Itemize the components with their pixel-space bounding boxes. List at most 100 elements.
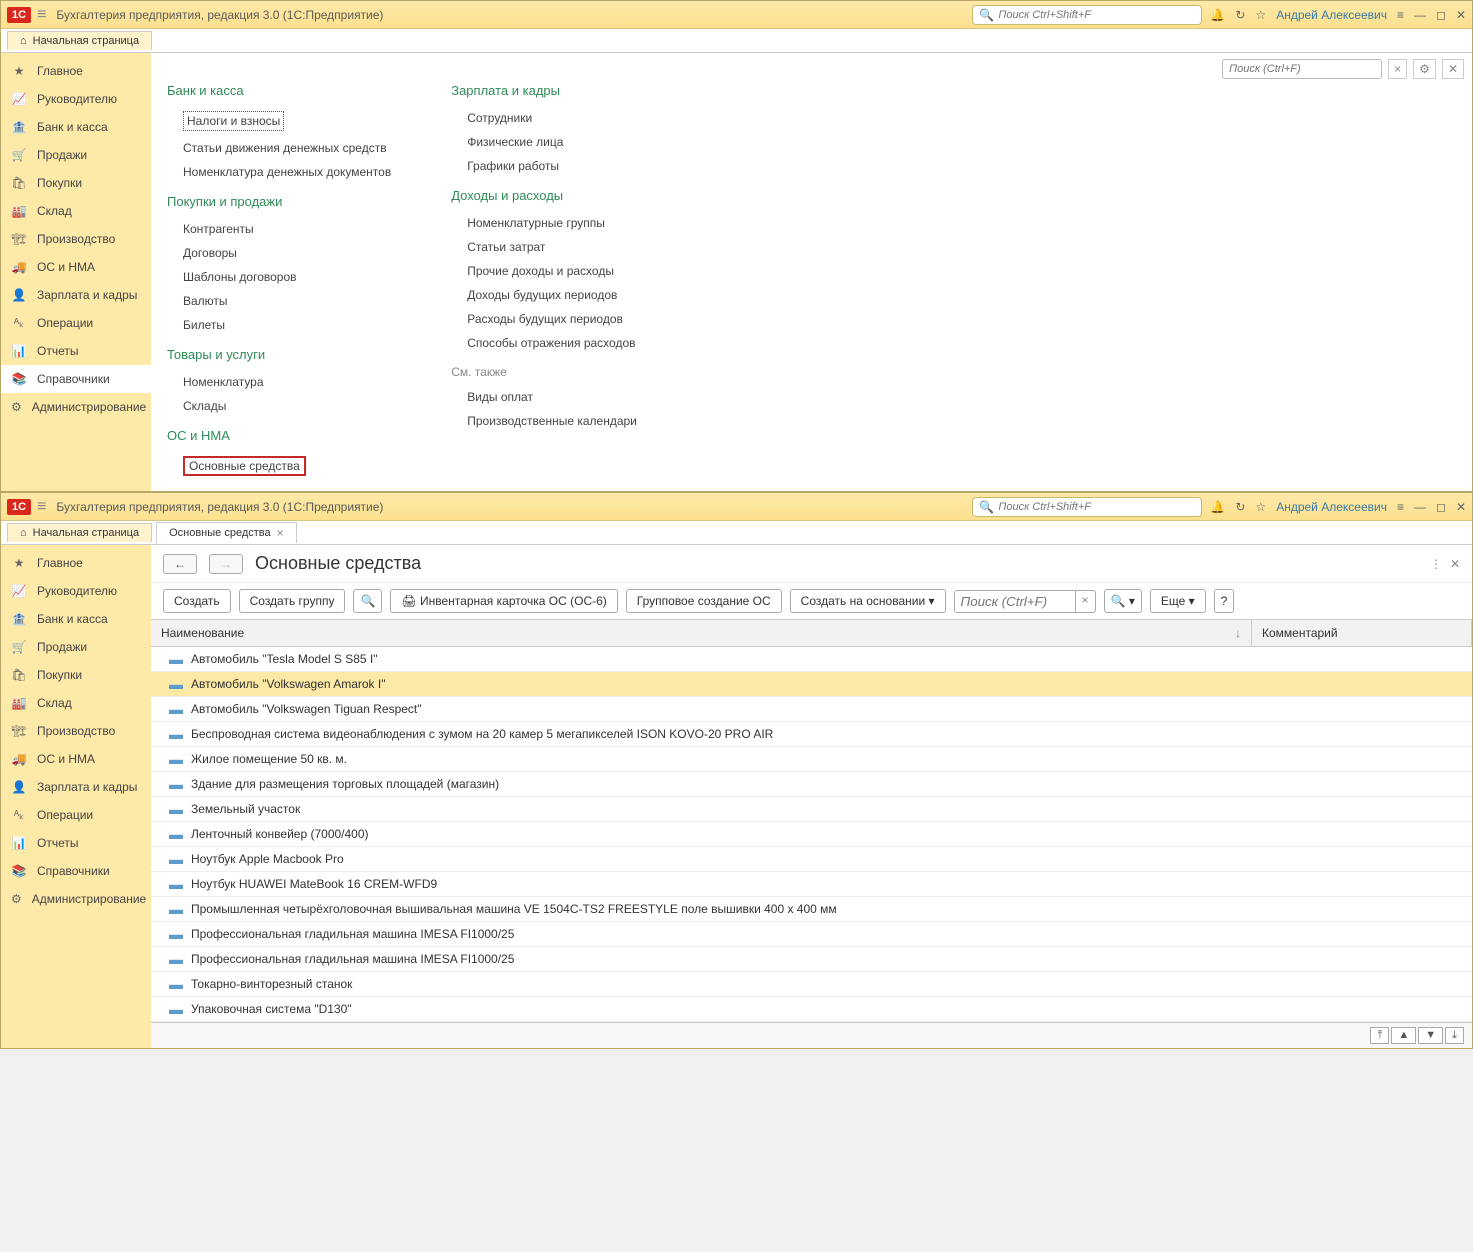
global-search-input-2[interactable] xyxy=(998,501,1195,513)
hamburger-icon[interactable]: ≡ xyxy=(37,6,46,24)
sidebar-item-11[interactable]: 📚Справочники xyxy=(1,857,151,885)
table-row[interactable]: ▬Ноутбук Apple Macbook Pro xyxy=(151,847,1472,872)
table-row[interactable]: ▬Беспроводная система видеонаблюдения с … xyxy=(151,722,1472,747)
sidebar-item-8[interactable]: 👤Зарплата и кадры xyxy=(1,773,151,801)
nav-back-button[interactable]: ← xyxy=(163,554,197,574)
sidebar-item-5[interactable]: 🏭Склад xyxy=(1,197,151,225)
link-kontragenty[interactable]: Контрагенты xyxy=(167,217,391,241)
settings-lines-icon[interactable]: ≡ xyxy=(1397,8,1404,22)
table-row[interactable]: ▬Автомобиль "Tesla Model S S85 I" xyxy=(151,647,1472,672)
page-close-icon[interactable]: ✕ xyxy=(1450,557,1460,571)
bell-icon[interactable]: 🔔 xyxy=(1210,8,1225,22)
sidebar-item-12[interactable]: ⚙Администрирование xyxy=(1,885,151,913)
hamburger-icon-2[interactable]: ≡ xyxy=(37,498,46,516)
table-row[interactable]: ▬Автомобиль "Volkswagen Amarok I" xyxy=(151,672,1472,697)
link-nomgrp[interactable]: Номенклатурные группы xyxy=(451,211,637,235)
table-row[interactable]: ▬Автомобиль "Volkswagen Tiguan Respect" xyxy=(151,697,1472,722)
scroll-top-icon[interactable]: ⤒ xyxy=(1370,1027,1389,1044)
tab-os-close-icon[interactable]: × xyxy=(277,526,284,540)
list-search[interactable]: × xyxy=(954,590,1096,613)
create-based-button[interactable]: Создать на основании ▾ xyxy=(790,589,946,613)
sidebar-item-2[interactable]: 🏦Банк и касса xyxy=(1,605,151,633)
global-search-input[interactable] xyxy=(998,9,1195,21)
link-sotrudniki[interactable]: Сотрудники xyxy=(451,106,637,130)
nav-forward-button[interactable]: → xyxy=(209,554,243,574)
table-row[interactable]: ▬Здание для размещения торговых площадей… xyxy=(151,772,1472,797)
sidebar-item-10[interactable]: 📊Отчеты xyxy=(1,829,151,857)
user-label[interactable]: Андрей Алексеевич xyxy=(1276,8,1387,22)
sidebar-item-4[interactable]: 🛍Покупки xyxy=(1,169,151,197)
minimize-icon-2[interactable]: — xyxy=(1414,500,1426,514)
link-os-sredstva[interactable]: Основные средства xyxy=(167,451,391,481)
list-search-input[interactable] xyxy=(955,591,1075,612)
sidebar-item-11[interactable]: 📚Справочники xyxy=(1,365,151,393)
link-shablony[interactable]: Шаблоны договоров xyxy=(167,265,391,289)
scroll-down-icon[interactable]: ▼ xyxy=(1418,1027,1443,1044)
settings-lines-icon-2[interactable]: ≡ xyxy=(1397,500,1404,514)
maximize-icon[interactable]: ◻ xyxy=(1436,8,1446,22)
global-search-2[interactable]: 🔍 xyxy=(972,497,1202,517)
create-group-button[interactable]: Создать группу xyxy=(239,589,346,613)
list-search-clear[interactable]: × xyxy=(1075,591,1095,612)
tab-os[interactable]: Основные средства × xyxy=(156,522,297,543)
more-button[interactable]: Еще ▾ xyxy=(1150,589,1206,613)
close-icon-2[interactable]: ✕ xyxy=(1456,500,1466,514)
link-valyuty[interactable]: Валюты xyxy=(167,289,391,313)
sidebar-item-0[interactable]: ★Главное xyxy=(1,549,151,577)
link-sposoby[interactable]: Способы отражения расходов xyxy=(451,331,637,355)
history-icon-2[interactable]: ↻ xyxy=(1235,500,1245,514)
star-icon[interactable]: ☆ xyxy=(1255,8,1266,22)
sidebar-item-6[interactable]: 🏗Производство xyxy=(1,225,151,253)
tab-home-2[interactable]: ⌂ Начальная страница xyxy=(7,523,152,542)
bell-icon-2[interactable]: 🔔 xyxy=(1210,500,1225,514)
history-icon[interactable]: ↻ xyxy=(1235,8,1245,22)
sidebar-item-7[interactable]: 🚚ОС и НМА xyxy=(1,745,151,773)
group-create-button[interactable]: Групповое создание ОС xyxy=(626,589,782,613)
global-search[interactable]: 🔍 xyxy=(972,5,1202,25)
inv-card-button[interactable]: 🖨 Инвентарная карточка ОС (ОС-6) xyxy=(390,589,617,613)
link-grafiki[interactable]: Графики работы xyxy=(451,154,637,178)
page-menu-icon[interactable]: ⋮ xyxy=(1430,557,1442,571)
table-row[interactable]: ▬Токарно-винторезный станок xyxy=(151,972,1472,997)
link-stati-dds[interactable]: Статьи движения денежных средств xyxy=(167,136,391,160)
table-row[interactable]: ▬Ноутбук HUAWEI MateBook 16 CREM-WFD9 xyxy=(151,872,1472,897)
table-row[interactable]: ▬Профессиональная гладильная машина IMES… xyxy=(151,922,1472,947)
close-icon[interactable]: ✕ xyxy=(1456,8,1466,22)
link-stati-zatrat[interactable]: Статьи затрат xyxy=(451,235,637,259)
link-dbp[interactable]: Доходы будущих периодов xyxy=(451,283,637,307)
link-dogovory[interactable]: Договоры xyxy=(167,241,391,265)
sidebar-item-4[interactable]: 🛍Покупки xyxy=(1,661,151,689)
sidebar-item-12[interactable]: ⚙Администрирование xyxy=(1,393,151,421)
panel-search-clear[interactable]: × xyxy=(1388,59,1407,79)
sidebar-item-3[interactable]: 🛒Продажи xyxy=(1,633,151,661)
link-nalogi[interactable]: Налоги и взносы xyxy=(167,106,391,136)
link-nomenklatura[interactable]: Номенклатура xyxy=(167,370,391,394)
star-icon-2[interactable]: ☆ xyxy=(1255,500,1266,514)
panel-close-icon[interactable]: ✕ xyxy=(1442,59,1464,79)
link-kalendari[interactable]: Производственные календари xyxy=(451,409,637,433)
link-fizlitsa[interactable]: Физические лица xyxy=(451,130,637,154)
link-vidy-oplat[interactable]: Виды оплат xyxy=(451,385,637,409)
link-bilety[interactable]: Билеты xyxy=(167,313,391,337)
minimize-icon[interactable]: — xyxy=(1414,8,1426,22)
scroll-bottom-icon[interactable]: ⤓ xyxy=(1445,1027,1464,1044)
table-row[interactable]: ▬Упаковочная система "D130" xyxy=(151,997,1472,1022)
sidebar-item-7[interactable]: 🚚ОС и НМА xyxy=(1,253,151,281)
help-button[interactable]: ? xyxy=(1214,589,1235,613)
maximize-icon-2[interactable]: ◻ xyxy=(1436,500,1446,514)
sidebar-item-0[interactable]: ★Главное xyxy=(1,57,151,85)
link-prochie[interactable]: Прочие доходы и расходы xyxy=(451,259,637,283)
tab-home[interactable]: ⌂ Начальная страница xyxy=(7,31,152,50)
sidebar-item-8[interactable]: 👤Зарплата и кадры xyxy=(1,281,151,309)
table-row[interactable]: ▬Жилое помещение 50 кв. м. xyxy=(151,747,1472,772)
table-row[interactable]: ▬Профессиональная гладильная машина IMES… xyxy=(151,947,1472,972)
sidebar-item-2[interactable]: 🏦Банк и касса xyxy=(1,113,151,141)
link-nomen-dd[interactable]: Номенклатура денежных документов xyxy=(167,160,391,184)
sidebar-item-9[interactable]: ᴬₖОперации xyxy=(1,801,151,829)
user-label-2[interactable]: Андрей Алексеевич xyxy=(1276,500,1387,514)
sidebar-item-3[interactable]: 🛒Продажи xyxy=(1,141,151,169)
sidebar-item-5[interactable]: 🏭Склад xyxy=(1,689,151,717)
search-dropdown-button[interactable]: 🔍 ▾ xyxy=(1104,589,1142,613)
scroll-up-icon[interactable]: ▲ xyxy=(1391,1027,1416,1044)
col-name[interactable]: Наименование ↓ xyxy=(151,620,1252,646)
